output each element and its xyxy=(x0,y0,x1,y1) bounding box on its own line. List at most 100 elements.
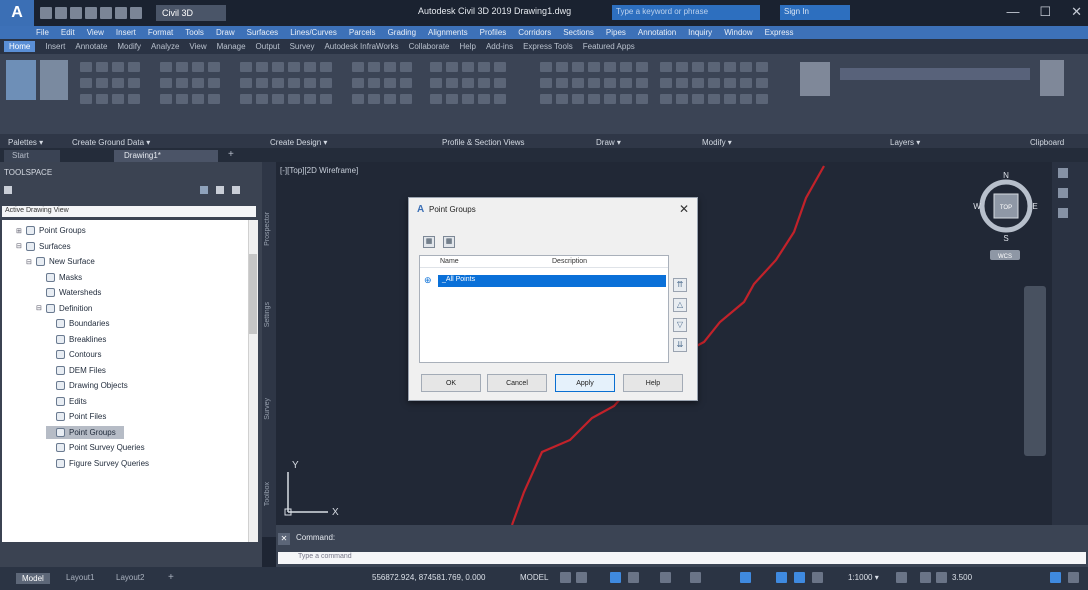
tab-autodesk-infraworks[interactable]: Autodesk InfraWorks xyxy=(324,42,398,51)
ribbon-tool-icon[interactable] xyxy=(724,94,736,104)
ribbon-tool-icon[interactable] xyxy=(352,94,364,104)
annotation-scale-select[interactable]: 1:1000 ▾ xyxy=(848,573,879,582)
app-menu-button[interactable]: A xyxy=(0,0,34,26)
tab-start[interactable]: Start xyxy=(4,150,60,162)
menu-item-parcels[interactable]: Parcels xyxy=(349,28,376,37)
ribbon-tool-icon[interactable] xyxy=(572,62,584,72)
tab-help[interactable]: Help xyxy=(460,42,476,51)
tree-item-definition[interactable]: ⊟ Definition xyxy=(36,302,92,315)
ribbon-tool-icon[interactable] xyxy=(288,94,300,104)
close-icon[interactable]: ✕ xyxy=(278,533,290,545)
ribbon-tool-icon[interactable] xyxy=(676,62,688,72)
minimize-icon[interactable]: — xyxy=(1006,4,1019,20)
ribbon-tool-icon[interactable] xyxy=(272,62,284,72)
zoom-level[interactable]: 3.500 xyxy=(952,573,972,582)
tree-item-drawing-objects[interactable]: Drawing Objects xyxy=(46,379,128,392)
ribbon-tool-icon[interactable] xyxy=(620,78,632,88)
point-groups-list[interactable]: Name Description ⊕ _All Points xyxy=(419,255,669,363)
ribbon-tool-icon[interactable] xyxy=(430,62,442,72)
tree-item-new-surface[interactable]: ⊟ New Surface xyxy=(26,255,95,268)
ribbon-tool-icon[interactable] xyxy=(80,62,92,72)
ribbon-tool-icon[interactable] xyxy=(756,62,768,72)
ribbon-tool-icon[interactable] xyxy=(160,94,172,104)
object-snap-tracking-icon[interactable] xyxy=(690,572,701,583)
ribbon-tool-icon[interactable] xyxy=(304,94,316,104)
ribbon-tool-icon[interactable] xyxy=(400,94,412,104)
ribbon-tool-icon[interactable] xyxy=(208,78,220,88)
ribbon-tool-icon[interactable] xyxy=(740,94,752,104)
ribbon-tool-icon[interactable] xyxy=(724,78,736,88)
tab-layout1[interactable]: Layout1 xyxy=(66,573,94,582)
ribbon-tool-icon[interactable] xyxy=(724,62,736,72)
ribbon-tool-icon[interactable] xyxy=(304,62,316,72)
tree-item-dem-files[interactable]: DEM Files xyxy=(46,364,106,377)
ribbon-tool-icon[interactable] xyxy=(208,62,220,72)
ribbon-tool-icon[interactable] xyxy=(384,94,396,104)
ribbon-tool-icon[interactable] xyxy=(384,78,396,88)
ribbon-tool-icon[interactable] xyxy=(540,78,552,88)
sign-in-button[interactable]: Sign In xyxy=(780,5,850,20)
tab-output[interactable]: Output xyxy=(256,42,280,51)
print-icon[interactable] xyxy=(100,7,112,19)
ribbon-tool-icon[interactable] xyxy=(288,62,300,72)
open-icon[interactable] xyxy=(55,7,67,19)
ribbon-tool-icon[interactable] xyxy=(384,62,396,72)
ribbon-tool-icon[interactable] xyxy=(588,94,600,104)
side-tab-toolbox[interactable]: Toolbox xyxy=(264,482,271,506)
ribbon-tool-icon[interactable] xyxy=(368,78,380,88)
tab-model[interactable]: Model xyxy=(16,573,50,584)
menu-item-edit[interactable]: Edit xyxy=(61,28,75,37)
coordinates-readout[interactable]: 556872.924, 874581.769, 0.000 xyxy=(372,573,485,582)
ribbon-tool-icon[interactable] xyxy=(240,94,252,104)
gear-icon[interactable] xyxy=(896,572,907,583)
command-input[interactable]: Type a command xyxy=(278,552,1086,564)
tree-item-point-groups[interactable]: Point Groups xyxy=(46,425,124,439)
menu-item-view[interactable]: View xyxy=(87,28,104,37)
ribbon-tool-icon[interactable] xyxy=(604,94,616,104)
toolspace-help-icon[interactable] xyxy=(232,186,240,194)
ribbon-tool-icon[interactable] xyxy=(478,94,490,104)
ribbon-tool-icon[interactable] xyxy=(160,62,172,72)
ribbon-tool-icon[interactable] xyxy=(660,62,672,72)
panel-label-layers[interactable]: Layers ▾ xyxy=(890,138,920,147)
column-name[interactable]: Name xyxy=(440,258,459,265)
ribbon-tool-icon[interactable] xyxy=(636,78,648,88)
column-description[interactable]: Description xyxy=(552,258,587,265)
ribbon-tool-icon[interactable] xyxy=(636,62,648,72)
toolspace-icon[interactable] xyxy=(6,60,36,100)
menu-item-draw[interactable]: Draw xyxy=(216,28,235,37)
tree-item-breaklines[interactable]: Breaklines xyxy=(46,333,106,346)
lineweight-icon[interactable] xyxy=(794,572,805,583)
isodraft-icon[interactable] xyxy=(660,572,671,583)
menu-item-format[interactable]: Format xyxy=(148,28,173,37)
tree-item-point-groups[interactable]: ⊞ Point Groups xyxy=(16,224,86,237)
tab-express-tools[interactable]: Express Tools xyxy=(523,42,573,51)
menu-item-window[interactable]: Window xyxy=(724,28,752,37)
ribbon-tool-icon[interactable] xyxy=(660,94,672,104)
ribbon-tool-icon[interactable] xyxy=(272,94,284,104)
annotation-visibility-icon[interactable] xyxy=(776,572,787,583)
ribbon-tool-icon[interactable] xyxy=(208,94,220,104)
ribbon-tool-icon[interactable] xyxy=(352,62,364,72)
ribbon-tool-icon[interactable] xyxy=(676,78,688,88)
tab-annotate[interactable]: Annotate xyxy=(75,42,107,51)
ribbon-tool-icon[interactable] xyxy=(462,62,474,72)
ribbon-tool-icon[interactable] xyxy=(80,78,92,88)
menu-item-inquiry[interactable]: Inquiry xyxy=(688,28,712,37)
ribbon-tool-icon[interactable] xyxy=(352,78,364,88)
ribbon-tool-icon[interactable] xyxy=(192,62,204,72)
add-layout-button[interactable]: + xyxy=(168,572,174,583)
ok-button[interactable]: OK xyxy=(421,374,481,392)
save-as-icon[interactable] xyxy=(85,7,97,19)
ribbon-tool-icon[interactable] xyxy=(430,94,442,104)
ribbon-tool-icon[interactable] xyxy=(462,94,474,104)
ribbon-tool-icon[interactable] xyxy=(588,78,600,88)
ribbon-tool-icon[interactable] xyxy=(692,94,704,104)
pan-icon[interactable] xyxy=(1058,188,1068,198)
ribbon-tool-icon[interactable] xyxy=(112,62,124,72)
move-up-icon[interactable]: △ xyxy=(673,298,687,312)
tab-layout2[interactable]: Layout2 xyxy=(116,573,144,582)
close-window-icon[interactable]: ✕ xyxy=(1071,4,1082,20)
undo-icon[interactable] xyxy=(115,7,127,19)
menu-item-profiles[interactable]: Profiles xyxy=(480,28,507,37)
